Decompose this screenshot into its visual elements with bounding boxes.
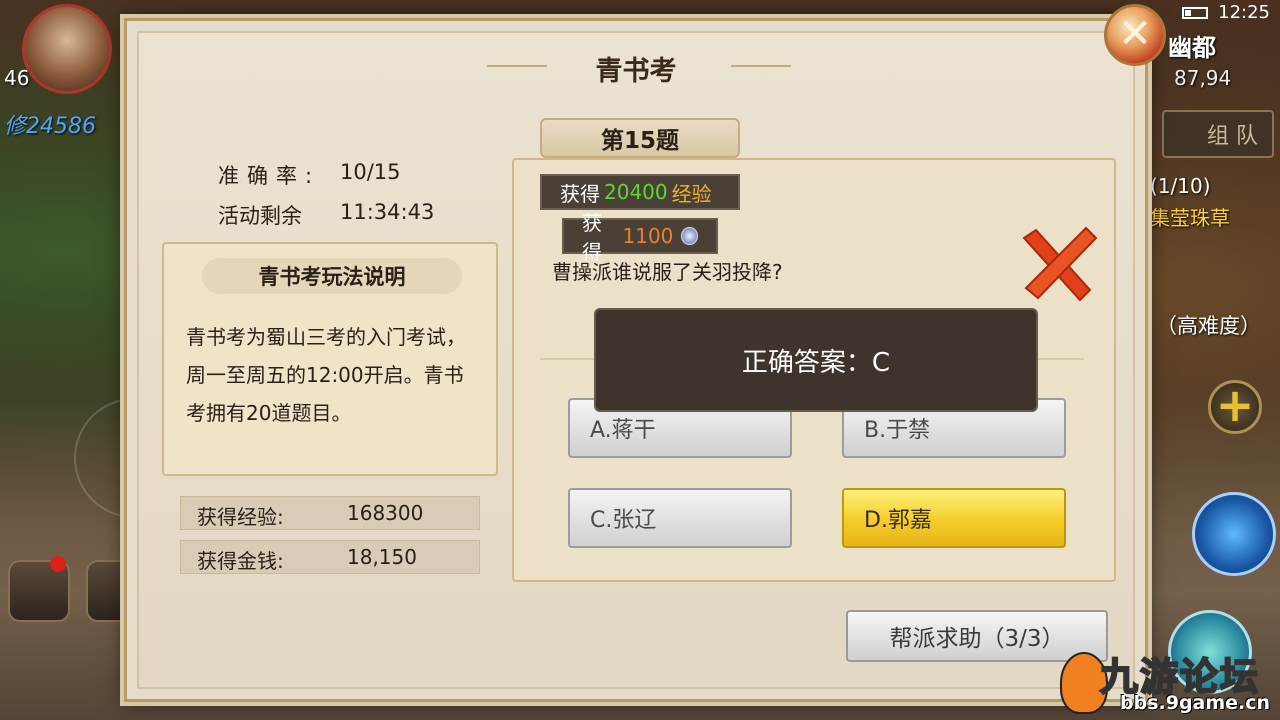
map-name[interactable]: 幽都 (1168, 28, 1216, 63)
total-money-label: 获得金钱: (197, 549, 284, 573)
clock: 12:25 (1218, 2, 1270, 23)
combat-power: 修24586 (4, 114, 96, 139)
map-coordinates: 87,94 (1174, 66, 1232, 90)
forum-watermark: 九游论坛 bbs.9game.cn (1060, 640, 1280, 720)
player-level: 46 (4, 66, 30, 90)
status-bar: 12:25 (1182, 2, 1270, 23)
accuracy-value: 10/15 (340, 160, 401, 184)
question-number: 第15题 (540, 118, 740, 158)
team-button-label: 组 队 (1207, 124, 1258, 149)
plus-icon[interactable]: + (1208, 380, 1262, 434)
quest-progress[interactable]: (1/10) (1150, 174, 1211, 198)
option-d-button[interactable]: D.郭嘉 (842, 488, 1066, 548)
battery-icon (1182, 6, 1209, 19)
guild-help-label: 帮派求助（3/3） (889, 626, 1065, 652)
rules-title: 青书考玩法说明 (258, 265, 406, 289)
close-button[interactable]: ✕ (1104, 4, 1166, 66)
watermark-url: bbs.9game.cn (1120, 692, 1271, 714)
remaining-time-value: 11:34:43 (340, 200, 435, 224)
option-c-button[interactable]: C.张辽 (568, 488, 792, 548)
question-text: 曹操派谁说服了关羽投降? (552, 260, 783, 284)
option-d-label: D.郭嘉 (864, 508, 932, 533)
gain-exp-unit: 经验 (671, 181, 712, 206)
player-avatar[interactable] (22, 4, 112, 94)
rules-panel: 青书考玩法说明 青书考为蜀山三考的入门考试，周一至周五的12:00开启。青书考拥… (162, 242, 498, 476)
notification-dot (50, 556, 66, 572)
wrong-answer-icon (1022, 226, 1098, 302)
total-money-row: 获得金钱: 18,150 (180, 540, 480, 574)
title-ornament-left (487, 65, 547, 67)
title-ornament-right (731, 65, 791, 67)
rules-text: 青书考为蜀山三考的入门考试，周一至周五的12:00开启。青书考拥有20道题目。 (186, 325, 466, 425)
remaining-time-label: 活动剩余 (218, 204, 302, 228)
accuracy-label: 准确率: (218, 164, 321, 188)
total-money-value: 18,150 (347, 545, 417, 569)
total-exp-row: 获得经验: 168300 (180, 496, 480, 530)
gain-exp-value: 20400 (604, 180, 668, 204)
gain-money-value: 1100 (622, 224, 674, 248)
option-b-label: B.于禁 (864, 418, 931, 443)
friends-button[interactable] (8, 556, 70, 622)
gain-exp-prefix: 获得 (560, 181, 600, 206)
difficulty-label: （高难度） (1156, 314, 1261, 338)
total-exp-label: 获得经验: (197, 505, 284, 529)
quest-name[interactable]: 集莹珠草 (1150, 202, 1230, 231)
dialog-title: 青书考 (595, 56, 677, 87)
team-button[interactable]: 组 队 (1162, 110, 1274, 158)
total-exp-value: 168300 (347, 501, 424, 525)
option-a-label: A.蒋干 (590, 418, 656, 443)
correct-answer-popup: 正确答案：C (594, 308, 1038, 412)
close-icon: ✕ (1118, 11, 1152, 57)
correct-answer-text: 正确答案：C (741, 347, 891, 378)
gain-exp-box: 获得 20400 经验 (540, 174, 740, 210)
rules-title-banner: 青书考玩法说明 (202, 258, 462, 294)
option-c-label: C.张辽 (590, 508, 657, 533)
skill-button-sword[interactable] (1192, 492, 1276, 576)
silver-coin-icon (681, 227, 698, 245)
gain-money-box: 获得 1100 (562, 211, 718, 264)
